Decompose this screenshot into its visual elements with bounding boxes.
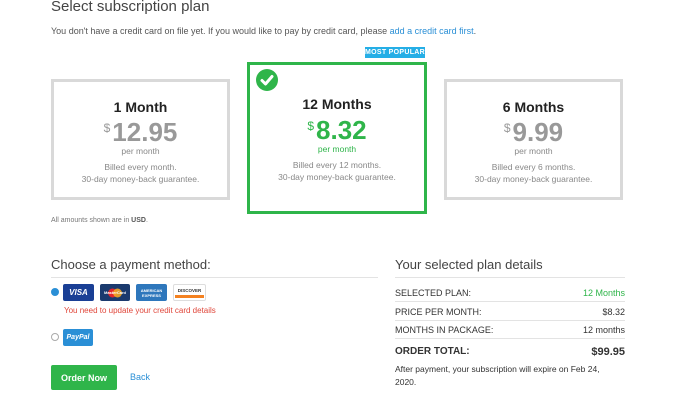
details-divider bbox=[395, 277, 625, 278]
selected-check-icon bbox=[256, 69, 278, 91]
credit-card-radio[interactable] bbox=[51, 288, 59, 296]
discover-icon: DISCOVER bbox=[173, 284, 206, 301]
paypal-icon: PayPal bbox=[63, 329, 93, 346]
row-divider bbox=[395, 338, 625, 339]
plan-price: $12.95 bbox=[54, 117, 227, 148]
most-popular-badge: MOST POPULAR bbox=[365, 47, 425, 58]
detail-value: 12 Months bbox=[582, 288, 625, 298]
price-amount: 8.32 bbox=[316, 115, 367, 145]
mastercard-icon: MasterCard bbox=[100, 284, 130, 301]
plan-details-title: Your selected plan details bbox=[395, 257, 543, 272]
plan-price: $9.99 bbox=[447, 117, 620, 148]
notice-end: . bbox=[473, 26, 477, 36]
credit-card-notice: You don't have a credit card on file yet… bbox=[51, 26, 476, 36]
billed-text: Billed every month. bbox=[104, 162, 177, 172]
guarantee-text: 30-day money-back guarantee. bbox=[81, 174, 200, 184]
billing-info: Billed every 6 months. 30-day money-back… bbox=[447, 161, 620, 185]
currency-symbol: $ bbox=[103, 121, 111, 135]
billed-text: Billed every 12 months. bbox=[292, 160, 382, 170]
amounts-note-end: . bbox=[145, 217, 148, 224]
billing-info: Billed every month. 30-day money-back gu… bbox=[54, 161, 227, 185]
price-amount: 9.99 bbox=[512, 117, 564, 147]
notice-text: You don't have a credit card on file yet… bbox=[51, 26, 388, 36]
total-value: $99.95 bbox=[591, 346, 625, 358]
per-month-label: per month bbox=[121, 146, 160, 156]
detail-row-price-per-month: PRICE PER MONTH: $8.32 bbox=[395, 307, 625, 317]
visa-icon: VISA bbox=[63, 284, 94, 301]
expiry-line-1: After payment, your subscription will ex… bbox=[395, 364, 600, 374]
card-error-message: You need to update your credit card deta… bbox=[64, 306, 216, 315]
row-divider bbox=[395, 301, 625, 302]
amounts-currency: USD bbox=[131, 217, 146, 224]
amounts-note: All amounts shown are in USD. bbox=[51, 217, 148, 224]
billed-text: Billed every 6 months. bbox=[491, 162, 576, 172]
amounts-note-text: All amounts shown are in bbox=[51, 217, 130, 224]
per-month-label: per month bbox=[514, 146, 553, 156]
paypal-radio[interactable] bbox=[51, 333, 59, 341]
detail-label: SELECTED PLAN: bbox=[395, 288, 472, 298]
plan-name: 12 Months bbox=[302, 96, 372, 112]
back-link[interactable]: Back bbox=[130, 372, 150, 382]
page-title: Select subscription plan bbox=[51, 0, 210, 15]
order-total-row: ORDER TOTAL: $99.95 bbox=[395, 346, 625, 358]
plan-price: $8.32 bbox=[250, 115, 424, 146]
detail-label: MONTHS IN PACKAGE: bbox=[395, 325, 494, 335]
plan-card-6-months[interactable]: 6 Months $9.99 per month Billed every 6 … bbox=[444, 79, 623, 200]
detail-value: $8.32 bbox=[602, 307, 625, 317]
discover-label: DISCOVER bbox=[177, 287, 202, 293]
expiry-line-2: 2020. bbox=[395, 377, 417, 387]
payment-divider bbox=[51, 277, 378, 278]
add-credit-card-link[interactable]: add a credit card first bbox=[390, 26, 474, 36]
payment-method-title: Choose a payment method: bbox=[51, 257, 211, 272]
guarantee-text: 30-day money-back guarantee. bbox=[278, 172, 396, 182]
currency-symbol: $ bbox=[503, 121, 511, 135]
per-month-label: per month bbox=[317, 144, 357, 154]
plan-card-1-month[interactable]: 1 Month $12.95 per month Billed every mo… bbox=[51, 79, 230, 200]
detail-value: 12 months bbox=[582, 325, 625, 335]
total-label: ORDER TOTAL: bbox=[395, 346, 470, 357]
detail-row-selected-plan: SELECTED PLAN: 12 Months bbox=[395, 288, 625, 298]
amex-icon: AMERICAN EXPRESS bbox=[136, 284, 167, 301]
detail-row-months: MONTHS IN PACKAGE: 12 months bbox=[395, 325, 625, 335]
row-divider bbox=[395, 320, 625, 321]
price-amount: 12.95 bbox=[112, 117, 178, 147]
order-now-button[interactable]: Order Now bbox=[51, 365, 117, 390]
mastercard-label: MasterCard bbox=[103, 290, 126, 295]
guarantee-text: 30-day money-back guarantee. bbox=[474, 174, 593, 184]
expiry-note: After payment, your subscription will ex… bbox=[395, 363, 630, 389]
plan-name: 1 Month bbox=[113, 99, 168, 115]
plan-name: 6 Months bbox=[502, 99, 565, 115]
detail-label: PRICE PER MONTH: bbox=[395, 307, 482, 317]
currency-symbol: $ bbox=[307, 119, 315, 133]
billing-info: Billed every 12 months. 30-day money-bac… bbox=[250, 159, 424, 183]
